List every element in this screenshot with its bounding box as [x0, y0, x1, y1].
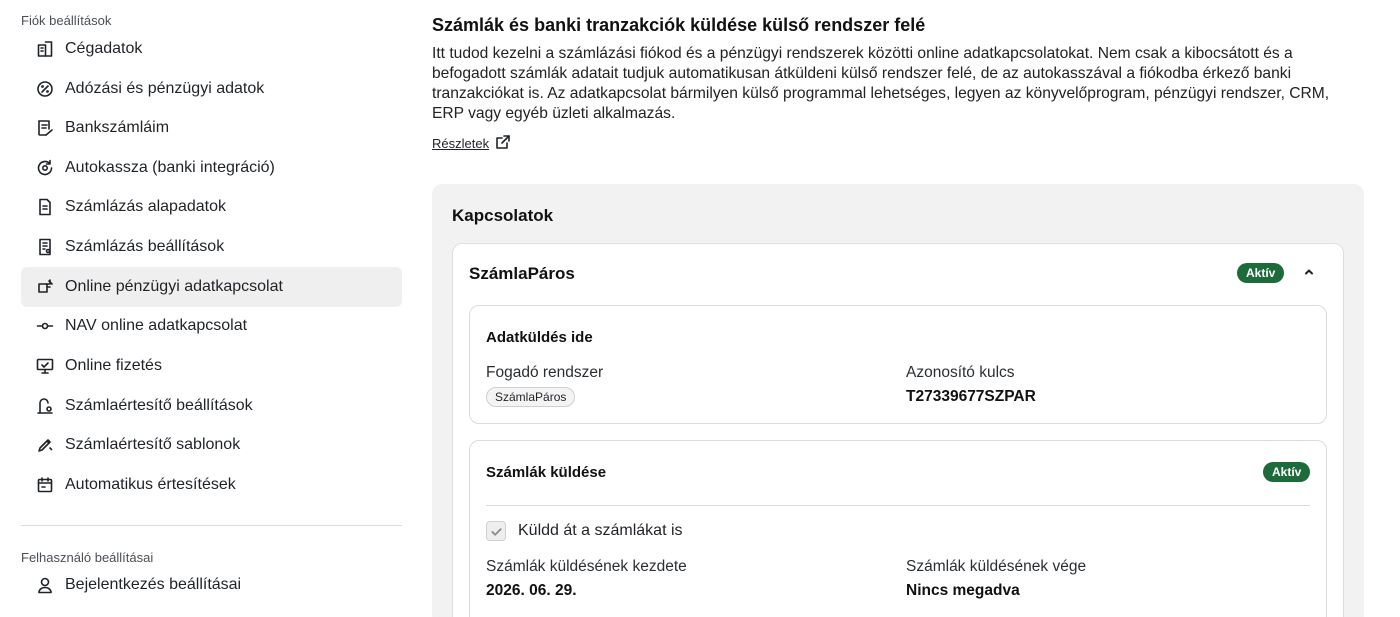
- sending-start-value: 2026. 06. 29.: [486, 582, 577, 599]
- send-invoices-checkbox[interactable]: [486, 521, 506, 541]
- sidebar-item-adozasi-adatok[interactable]: Adózási és pénzügyi adatok: [21, 69, 402, 109]
- invoice-sending-divider: [486, 505, 1310, 506]
- send-invoices-label: Küldd át a számlákat is: [518, 522, 683, 539]
- sidebar-item-szamlaertesito-sablonok[interactable]: Számlaértesítő sablonok: [21, 425, 402, 465]
- sidebar-item-label: Online pénzügyi adatkapcsolat: [65, 278, 283, 295]
- identifier-key-label: Azonosító kulcs: [906, 364, 1015, 381]
- sidebar-item-label: Automatikus értesítések: [65, 476, 236, 493]
- connections-title: Kapcsolatok: [452, 206, 554, 225]
- sidebar-item-szamlazas-alapadatok[interactable]: Számlázás alapadatok: [21, 187, 402, 227]
- details-link[interactable]: Részletek: [432, 134, 511, 153]
- template-icon: [36, 436, 54, 454]
- connection-status-badge: Aktív: [1237, 263, 1285, 283]
- identifier-key-value: T27339677SZPAR: [906, 388, 1036, 405]
- sending-end-label: Számlák küldésének vége: [906, 558, 1087, 575]
- sending-end-value: Nincs megadva: [906, 582, 1020, 599]
- invoice-sending-status-badge: Aktív: [1263, 462, 1311, 482]
- sidebar-item-autokassza[interactable]: Autokassza (banki integráció): [21, 148, 402, 188]
- calendar-icon: [36, 476, 54, 494]
- sidebar-item-label: Online fizetés: [65, 357, 162, 374]
- sidebar-item-label: NAV online adatkapcsolat: [65, 317, 248, 334]
- target-system-card: Adatküldés ide Fogadó rendszer SzámlaPár…: [469, 305, 1327, 424]
- sending-start-label: Számlák küldésének kezdete: [486, 558, 687, 575]
- document-settings-icon: [36, 238, 54, 256]
- plug-icon: [36, 278, 54, 296]
- sidebar-item-online-fizetes[interactable]: Online fizetés: [21, 346, 402, 386]
- invoice-sending-title: Számlák küldése: [486, 464, 607, 481]
- account-settings-section-label: Fiók beállítások: [21, 13, 112, 28]
- sidebar-item-bejelentkezes-beallitasai[interactable]: Bejelentkezés beállításai: [21, 565, 402, 605]
- settings-sidebar: Fiók beállítások Cégadatok Adózási és pé…: [0, 0, 412, 617]
- sidebar-item-label: Autokassza (banki integráció): [65, 159, 275, 176]
- page-description: Itt tudod kezelni a számlázási fiókod és…: [432, 45, 1330, 122]
- bank-note-icon: [36, 119, 54, 137]
- details-link-label: Részletek: [432, 136, 490, 151]
- sidebar-item-szamlaertesito-beallitasok[interactable]: Számlaértesítő beállítások: [21, 386, 402, 426]
- sidebar-item-label: Bankszámláim: [65, 119, 170, 136]
- external-link-icon: [495, 134, 511, 153]
- building-icon: [36, 40, 54, 58]
- percent-icon: [36, 80, 54, 98]
- monitor-icon: [36, 357, 54, 375]
- receiver-system-chip: SzámlaPáros: [486, 387, 576, 407]
- sidebar-item-label: Számlázás alapadatok: [65, 198, 226, 215]
- receiver-system-label: Fogadó rendszer: [486, 364, 604, 381]
- check-icon: [490, 527, 502, 536]
- page-title: Számlák és banki tranzakciók küldése kül…: [432, 15, 926, 35]
- sidebar-item-nav-online[interactable]: NAV online adatkapcsolat: [21, 306, 402, 346]
- invoice-sending-card: Számlák küldése Aktív Küldd át a számlák…: [469, 440, 1327, 617]
- sidebar-item-label: Számlaértesítő sablonok: [65, 436, 241, 453]
- sidebar-item-label: Bejelentkezés beállításai: [65, 576, 242, 593]
- sidebar-item-label: Cégadatok: [65, 40, 143, 57]
- collapse-chevron-icon[interactable]: [1301, 264, 1317, 280]
- sidebar-item-label: Számlaértesítő beállítások: [65, 397, 253, 414]
- connection-card: SzámlaPáros Aktív Adatküldés ide Fogadó …: [452, 243, 1344, 617]
- user-icon: [36, 576, 54, 594]
- connections-panel: Kapcsolatok SzámlaPáros Aktív Adatküldés…: [432, 184, 1364, 617]
- sidebar-item-cegadatok[interactable]: Cégadatok: [21, 29, 402, 69]
- sidebar-item-szamlazas-beallitasok[interactable]: Számlázás beállítások: [21, 227, 402, 267]
- sidebar-item-bankszamlaim[interactable]: Bankszámláim: [21, 108, 402, 148]
- sidebar-item-automatikus-ertesitesek[interactable]: Automatikus értesítések: [21, 465, 402, 505]
- sidebar-item-online-penzugyi-adatkapcsolat[interactable]: Online pénzügyi adatkapcsolat: [21, 267, 402, 307]
- sync-icon: [36, 159, 54, 177]
- sidebar-item-label: Adózási és pénzügyi adatok: [65, 80, 265, 97]
- connection-name: SzámlaPáros: [469, 264, 575, 283]
- target-section-title: Adatküldés ide: [486, 329, 593, 346]
- user-settings-section-label: Felhasználó beállításai: [21, 550, 154, 565]
- document-icon: [36, 198, 54, 216]
- sidebar-item-label: Számlázás beállítások: [65, 238, 225, 255]
- notice-settings-icon: [36, 397, 54, 415]
- sidebar-divider: [21, 525, 402, 526]
- commit-icon: [36, 317, 54, 335]
